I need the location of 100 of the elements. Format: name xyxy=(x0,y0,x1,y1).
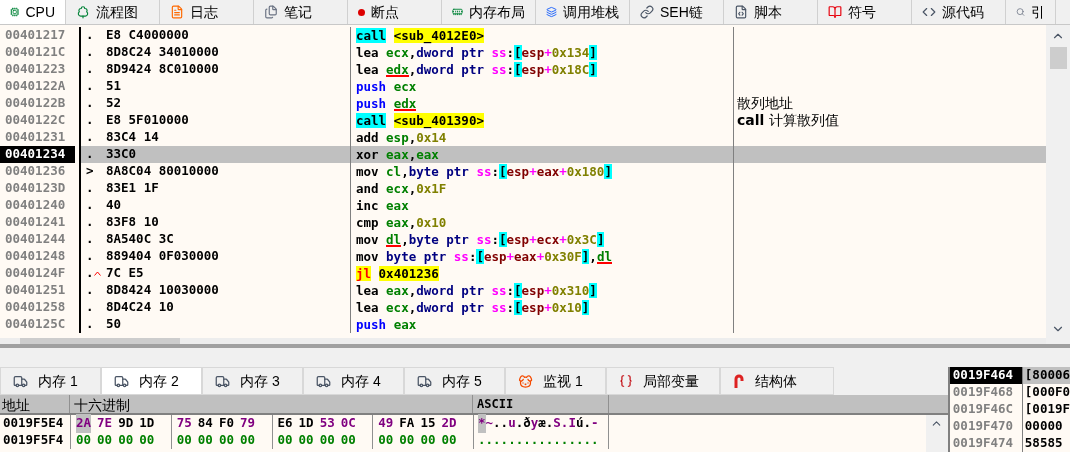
tab[interactable]: 内存 4 xyxy=(303,367,404,395)
instruction-text: lea edx,dword ptr ss:[esp+0x18C] xyxy=(356,62,597,77)
marker-text: . xyxy=(86,213,94,232)
hex-byte: 79 xyxy=(239,414,255,433)
address-text: 0019F5F4 xyxy=(2,431,65,450)
instruction-text: inc eax xyxy=(356,198,409,213)
instruction-text: call <sub_4012E0> xyxy=(356,28,484,43)
book-icon xyxy=(828,5,842,19)
code-icon xyxy=(922,5,936,19)
address-text: 00401234 xyxy=(0,146,75,163)
marker-text: . xyxy=(86,26,94,45)
hex-byte: 00 xyxy=(218,431,234,450)
bytes-text: 8D9424 8C010000 xyxy=(106,60,220,79)
hex-byte: 00 xyxy=(399,431,415,450)
magnifier-icon xyxy=(1016,5,1025,19)
instruction-text: cmp eax,0x10 xyxy=(356,215,447,230)
address-text: 00401248 xyxy=(4,248,67,265)
hex-byte: 9D xyxy=(118,414,134,433)
bytes-text: 83C4 14 xyxy=(106,128,160,147)
value-text: 00000 xyxy=(1023,417,1063,436)
marker-text: . xyxy=(86,77,94,96)
scrollbar-thumb[interactable] xyxy=(20,338,180,344)
bytes-text: 8A540C 3C xyxy=(106,230,175,249)
column-header: ASCII xyxy=(473,395,609,413)
hex-byte: E6 xyxy=(277,414,293,433)
tab[interactable]: 监视 1 xyxy=(505,367,606,395)
bytes-text: 8D8C24 34010000 xyxy=(106,43,220,62)
address-text: 00401223 xyxy=(4,61,67,78)
truck-icon xyxy=(417,373,432,389)
hex-byte: 1D xyxy=(298,414,314,433)
marker-text: . xyxy=(86,145,94,164)
bytes-text: 889404 0F030000 xyxy=(106,247,220,266)
hex-byte: 2A xyxy=(76,414,92,433)
address-text: 00401217 xyxy=(4,27,67,44)
value-text: [0019F xyxy=(1023,400,1070,419)
tree-icon xyxy=(76,5,90,19)
bytes-text: 51 xyxy=(106,77,123,96)
vertical-scrollbar[interactable] xyxy=(925,415,948,452)
tab[interactable]: 内存 3 xyxy=(202,367,303,395)
address-text: 00401241 xyxy=(4,214,67,231)
bytes-text: 7C E5 xyxy=(106,264,145,283)
tab[interactable]: 内存 1 xyxy=(0,367,101,395)
hex-byte: 00 xyxy=(97,431,113,450)
horizontal-scrollbar[interactable] xyxy=(0,338,1046,344)
bytes-text: 50 xyxy=(106,315,123,334)
address-text: 00401236 xyxy=(4,163,67,180)
bytes-text: 8A8C04 80010000 xyxy=(106,162,220,181)
hex-byte: 00 xyxy=(441,431,457,450)
address-text: 0040122B xyxy=(4,95,67,112)
comment-text: call 计算散列值 xyxy=(737,111,839,130)
dog-icon xyxy=(518,373,533,389)
value-text: 58585 xyxy=(1023,434,1063,452)
instruction-text: push edx xyxy=(356,96,417,111)
address-text: 0019F5E4 xyxy=(2,414,65,433)
instruction-text: lea eax,dword ptr ss:[esp+0x310] xyxy=(356,283,597,298)
instruction-text: lea ecx,dword ptr ss:[esp+0x134] xyxy=(356,45,597,60)
braces-icon xyxy=(619,374,633,388)
chip-icon xyxy=(10,5,20,19)
hex-byte: 00 xyxy=(76,431,92,450)
script-icon xyxy=(734,5,748,19)
tab[interactable]: 内存 2 xyxy=(101,367,202,395)
marker-text: . xyxy=(86,111,94,130)
candy-cane-icon xyxy=(733,373,745,389)
marker-text: . xyxy=(86,281,94,300)
truck-icon xyxy=(316,373,331,389)
marker-text: . xyxy=(86,60,94,79)
instruction-text: push eax xyxy=(356,317,417,332)
address-text: 00401258 xyxy=(4,299,67,316)
ascii-text: *~..u.ðyæ.S.Iú.- xyxy=(473,415,609,432)
bytes-text: 40 xyxy=(106,196,123,215)
tab[interactable]: 局部变量 xyxy=(606,367,720,395)
hex-byte: 7E xyxy=(97,414,113,433)
comment-text: 散列地址 xyxy=(737,94,793,113)
instruction-text: add esp,0x14 xyxy=(356,130,447,145)
bytes-text: 8D8424 10030000 xyxy=(106,281,220,300)
marker-text: . xyxy=(86,196,94,215)
bytes-text: 52 xyxy=(106,94,123,113)
tab[interactable]: 内存 5 xyxy=(404,367,505,395)
instruction-text: mov dl,byte ptr ss:[esp+ecx+0x3C] xyxy=(356,232,605,247)
hex-byte: 0C xyxy=(340,414,356,433)
hex-byte: 00 xyxy=(239,431,255,450)
hex-byte: 2D xyxy=(441,414,457,433)
address-text: 00401251 xyxy=(4,282,67,299)
address-text: 0040125C xyxy=(4,316,67,333)
column-header: 地址 xyxy=(0,395,70,413)
tab[interactable]: 结构体 xyxy=(720,367,834,395)
scrollbar-thumb[interactable] xyxy=(1049,47,1067,69)
address-text: 00401231 xyxy=(4,129,67,146)
marker-text: . xyxy=(86,298,94,317)
instruction-text: call <sub_401390> xyxy=(356,113,484,128)
hex-byte: 00 xyxy=(340,431,356,450)
address-text: 00401240 xyxy=(4,197,67,214)
tab[interactable]: CPU xyxy=(0,0,66,24)
marker-text: . xyxy=(86,315,94,334)
hex-byte: 00 xyxy=(139,431,155,450)
layers-icon xyxy=(546,5,557,19)
hex-byte: 00 xyxy=(420,431,436,450)
hex-byte: 00 xyxy=(277,431,293,450)
bytes-text: 83F8 10 xyxy=(106,213,160,232)
vertical-scrollbar[interactable] xyxy=(1046,25,1070,344)
